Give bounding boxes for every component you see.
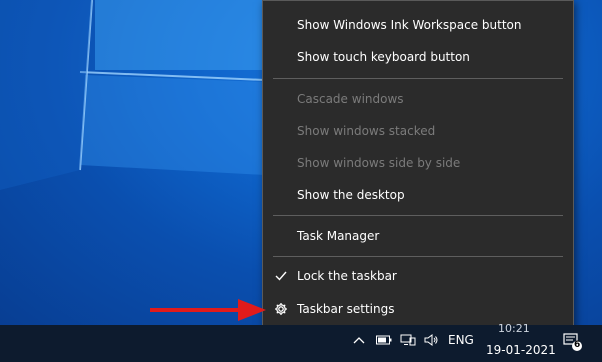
menu-item-cascade-windows: Cascade windows [263,83,573,115]
menu-item-label: Taskbar settings [297,302,395,316]
language-label: ENG [448,333,474,347]
clock-date[interactable]: 19-01-2021 [486,343,556,357]
menu-separator [273,256,563,257]
taskbar-context-menu: Show Windows Ink Workspace button Show t… [262,0,574,335]
volume-icon[interactable] [424,333,440,347]
menu-item-label: Show Windows Ink Workspace button [297,18,522,32]
battery-icon[interactable] [376,333,392,347]
menu-separator [273,78,563,79]
menu-item-label: Show the desktop [297,188,405,202]
red-arrow-annotation [150,299,266,321]
checkmark-icon [273,268,289,284]
network-icon[interactable] [400,333,416,347]
menu-item-show-windows-side-by-side: Show windows side by side [263,147,573,179]
gear-icon [273,301,289,317]
menu-item-lock-taskbar[interactable]: Lock the taskbar [263,260,573,292]
clock-time[interactable]: 10:21 [498,322,530,335]
menu-item-label: Show windows stacked [297,124,436,138]
action-center-button[interactable]: 6 [562,331,584,353]
menu-item-label: Task Manager [297,229,380,243]
menu-item-show-desktop[interactable]: Show the desktop [263,179,573,211]
menu-item-label: Show touch keyboard button [297,50,470,64]
menu-separator [273,215,563,216]
menu-item-label: Cascade windows [297,92,404,106]
menu-item-show-ink-workspace[interactable]: Show Windows Ink Workspace button [263,9,573,41]
menu-item-show-touch-keyboard[interactable]: Show touch keyboard button [263,41,573,73]
menu-item-label: Lock the taskbar [297,269,397,283]
menu-item-label: Show windows side by side [297,156,461,170]
menu-item-taskbar-settings[interactable]: Taskbar settings [263,293,573,325]
chevron-up-icon[interactable] [352,333,366,347]
language-indicator[interactable]: ENG [448,333,474,347]
menu-item-task-manager[interactable]: Task Manager [263,220,573,252]
menu-item-show-windows-stacked: Show windows stacked [263,115,573,147]
notification-count-badge: 6 [574,340,581,350]
